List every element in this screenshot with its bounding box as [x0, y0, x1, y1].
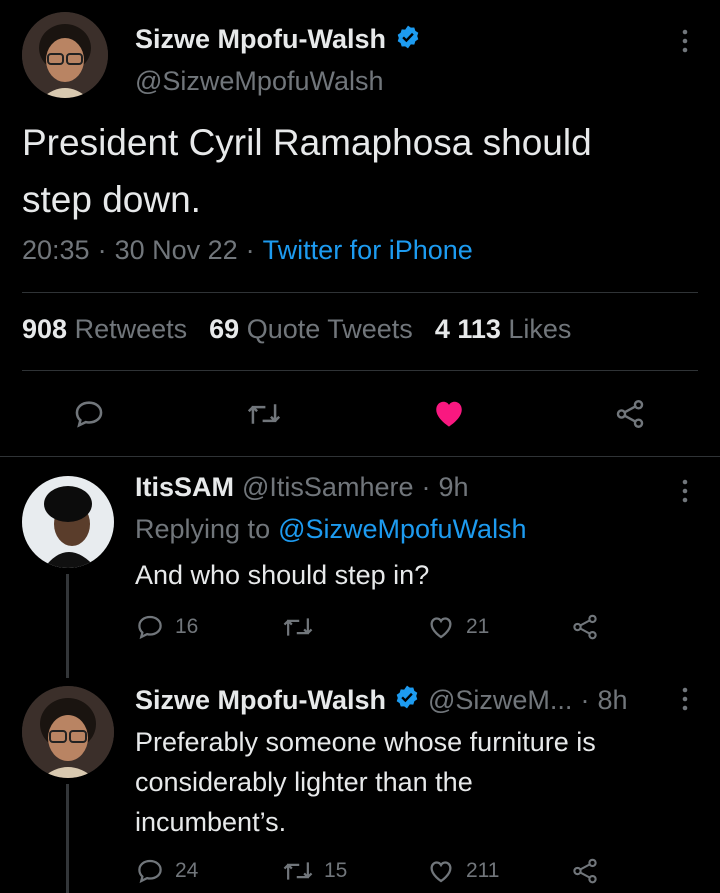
heart-icon — [430, 861, 452, 883]
reply-handle[interactable]: @SizweM... — [428, 685, 572, 716]
reply-text: And who should step in? — [135, 560, 430, 590]
meta-separator: · — [580, 684, 590, 715]
author-handle[interactable]: @SizweMpofuWalsh — [135, 66, 383, 97]
reply-button[interactable] — [72, 397, 106, 436]
share-action[interactable] — [570, 612, 600, 642]
reply-text: Preferably someone whose furniture is co… — [135, 722, 596, 842]
share-icon — [573, 858, 597, 884]
reply-time[interactable]: 9h — [438, 472, 468, 503]
tweet-time[interactable]: 20:35 — [22, 235, 90, 266]
replying-to-label: Replying to — [135, 514, 271, 544]
divider — [22, 370, 698, 371]
engagement-stats: 908 Retweets 69 Quote Tweets 4 113 Likes — [22, 314, 571, 345]
retweets-stat[interactable]: 908 Retweets — [22, 314, 187, 345]
share-icon — [616, 400, 644, 428]
reply-handle[interactable]: @ItisSamhere — [242, 472, 413, 503]
retweet-action[interactable] — [282, 612, 324, 642]
meta-separator: · — [97, 235, 107, 265]
reply-avatar[interactable] — [22, 476, 114, 568]
more-options-icon[interactable] — [676, 476, 694, 510]
likes-label: Likes — [508, 314, 572, 344]
verified-badge-icon — [395, 24, 421, 55]
reply-display-name[interactable]: Sizwe Mpofu-Walsh — [135, 685, 386, 716]
tweet-text: President Cyril Ramaphosa should step do… — [22, 114, 592, 228]
share-icon — [573, 614, 597, 640]
meta-separator: · — [245, 235, 255, 265]
like-action[interactable]: 21 — [426, 612, 489, 642]
author-name-row: Sizwe Mpofu-Walsh — [135, 20, 421, 58]
retweet-icon — [283, 618, 313, 636]
reply-count: 16 — [175, 615, 199, 638]
author-avatar[interactable] — [22, 12, 108, 98]
reply-time[interactable]: 8h — [597, 685, 627, 716]
like-button[interactable] — [430, 395, 468, 436]
retweet-action[interactable]: 15 — [282, 856, 347, 886]
tweet-date[interactable]: 30 Nov 22 — [115, 235, 238, 266]
likes-count: 4 113 — [434, 314, 501, 344]
tweet-text-line: President Cyril Ramaphosa should — [22, 122, 592, 163]
tweet-meta: 20:35 · 30 Nov 22 · Twitter for iPhone — [22, 235, 473, 266]
reply-action[interactable]: 16 — [135, 612, 198, 642]
tweet-text-line: step down. — [22, 179, 201, 220]
reply-header: ItisSAM @ItisSamhere · 9h — [135, 472, 469, 503]
quotes-count: 69 — [209, 314, 240, 344]
tweet-source[interactable]: Twitter for iPhone — [263, 235, 473, 266]
reply-icon — [75, 401, 103, 428]
reply-text-line: incumbent’s. — [135, 807, 287, 837]
meta-separator: · — [421, 472, 431, 502]
reply-count: 24 — [175, 859, 199, 882]
reply-header: Sizwe Mpofu-Walsh @SizweM... · 8h — [135, 683, 627, 717]
retweets-count: 908 — [22, 314, 68, 344]
reply-icon — [138, 615, 162, 640]
verified-badge-icon — [394, 684, 420, 717]
retweet-icon — [283, 862, 313, 880]
retweet-count: 15 — [324, 859, 348, 882]
display-name[interactable]: Sizwe Mpofu-Walsh — [135, 24, 386, 55]
retweet-icon — [247, 404, 281, 424]
reply-icon — [138, 859, 162, 884]
reply-action[interactable]: 24 — [135, 856, 198, 886]
thread-line — [66, 784, 69, 893]
like-action[interactable]: 211 — [426, 856, 499, 886]
replying-to: Replying to @SizweMpofuWalsh — [135, 514, 527, 545]
divider — [0, 456, 720, 457]
thread-line — [66, 574, 69, 678]
reply-text-line: Preferably someone whose furniture is — [135, 727, 596, 757]
like-count: 211 — [466, 859, 500, 882]
reply-avatar[interactable] — [22, 686, 114, 778]
reply-display-name[interactable]: ItisSAM — [135, 472, 234, 503]
more-options-icon[interactable] — [676, 26, 694, 56]
heart-icon — [430, 617, 452, 639]
reply-text-line: considerably lighter than the — [135, 767, 473, 797]
likes-stat[interactable]: 4 113 Likes — [435, 314, 572, 345]
quotes-stat[interactable]: 69 Quote Tweets — [209, 314, 413, 345]
share-button[interactable] — [612, 397, 648, 436]
retweet-button[interactable] — [246, 397, 282, 436]
more-options-icon[interactable] — [676, 684, 694, 718]
quotes-label: Quote Tweets — [246, 314, 413, 344]
share-action[interactable] — [570, 856, 600, 886]
retweets-label: Retweets — [74, 314, 188, 344]
like-count: 21 — [466, 615, 490, 638]
divider — [22, 292, 698, 293]
heart-filled-icon — [436, 401, 462, 427]
replying-to-handle[interactable]: @SizweMpofuWalsh — [278, 514, 526, 545]
